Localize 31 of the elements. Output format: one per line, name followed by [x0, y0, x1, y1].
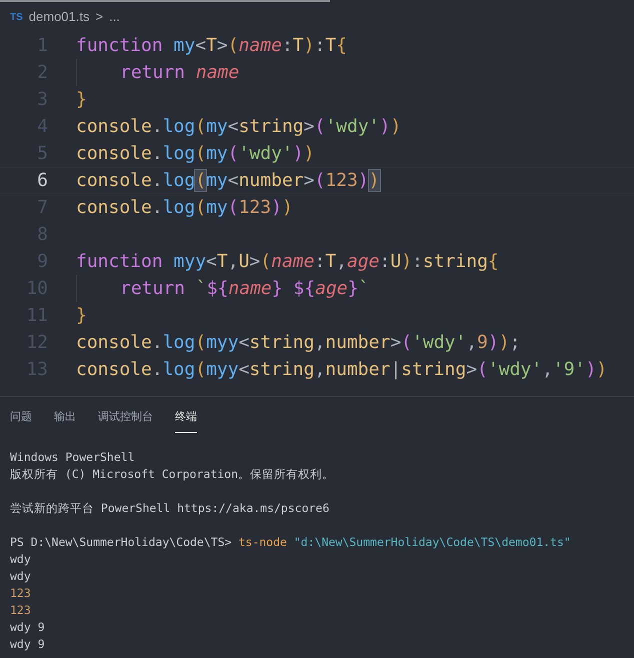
- terminal-line: 123: [10, 586, 31, 600]
- breadcrumb-more[interactable]: ...: [109, 7, 120, 27]
- code-line: }: [76, 88, 87, 112]
- terminal-line: Windows PowerShell: [10, 450, 135, 464]
- terminal-line: PS D:\New\SummerHoliday\Code\TS> ts-node "d:\New\SummerHoliday\Code\TS\demo01.ts": [10, 534, 571, 548]
- terminal-line: 123: [10, 602, 31, 616]
- code-line: return `${name} ${age}`: [120, 277, 370, 301]
- code-line: console.log(myy<string,number>('wdy',9));: [76, 331, 520, 355]
- panel-tab[interactable]: 调试控制台: [98, 409, 153, 432]
- panel-tab[interactable]: 输出: [54, 409, 76, 432]
- terminal-line: wdy: [10, 552, 31, 566]
- code-line: return name: [120, 61, 240, 85]
- terminal-line: wdy 9: [10, 620, 45, 634]
- typescript-file-icon: TS: [10, 10, 23, 24]
- code-line: console.log(my<number>(123)): [76, 169, 380, 193]
- terminal-line: wdy: [10, 568, 31, 582]
- code-line: console.log(my('wdy')): [76, 142, 314, 166]
- code-line: console.log(myy<string,number|string>('wdy','9')): [76, 358, 608, 382]
- code-line: console.log(my<string>('wdy')): [76, 115, 402, 139]
- terminal-line: wdy 9: [10, 636, 45, 650]
- line-number: 6: [36, 169, 49, 193]
- panel-tab[interactable]: 问题: [10, 409, 32, 432]
- code-line: }: [76, 304, 87, 328]
- terminal-line: 尝试新的跨平台 PowerShell https://aka.ms/pscore6: [10, 500, 330, 514]
- code-line: function my<T>(name:T):T{: [76, 34, 348, 58]
- breadcrumb-file[interactable]: demo01.ts: [28, 7, 90, 27]
- code-line: function myy<T,U>(name:T,age:U):string{: [76, 250, 499, 274]
- breadcrumb-separator: >: [95, 8, 104, 26]
- code-line: console.log(my(123)): [76, 196, 293, 220]
- panel-tab[interactable]: 终端: [175, 409, 197, 432]
- terminal-line: 版权所有 (C) Microsoft Corporation。保留所有权利。: [10, 466, 334, 480]
